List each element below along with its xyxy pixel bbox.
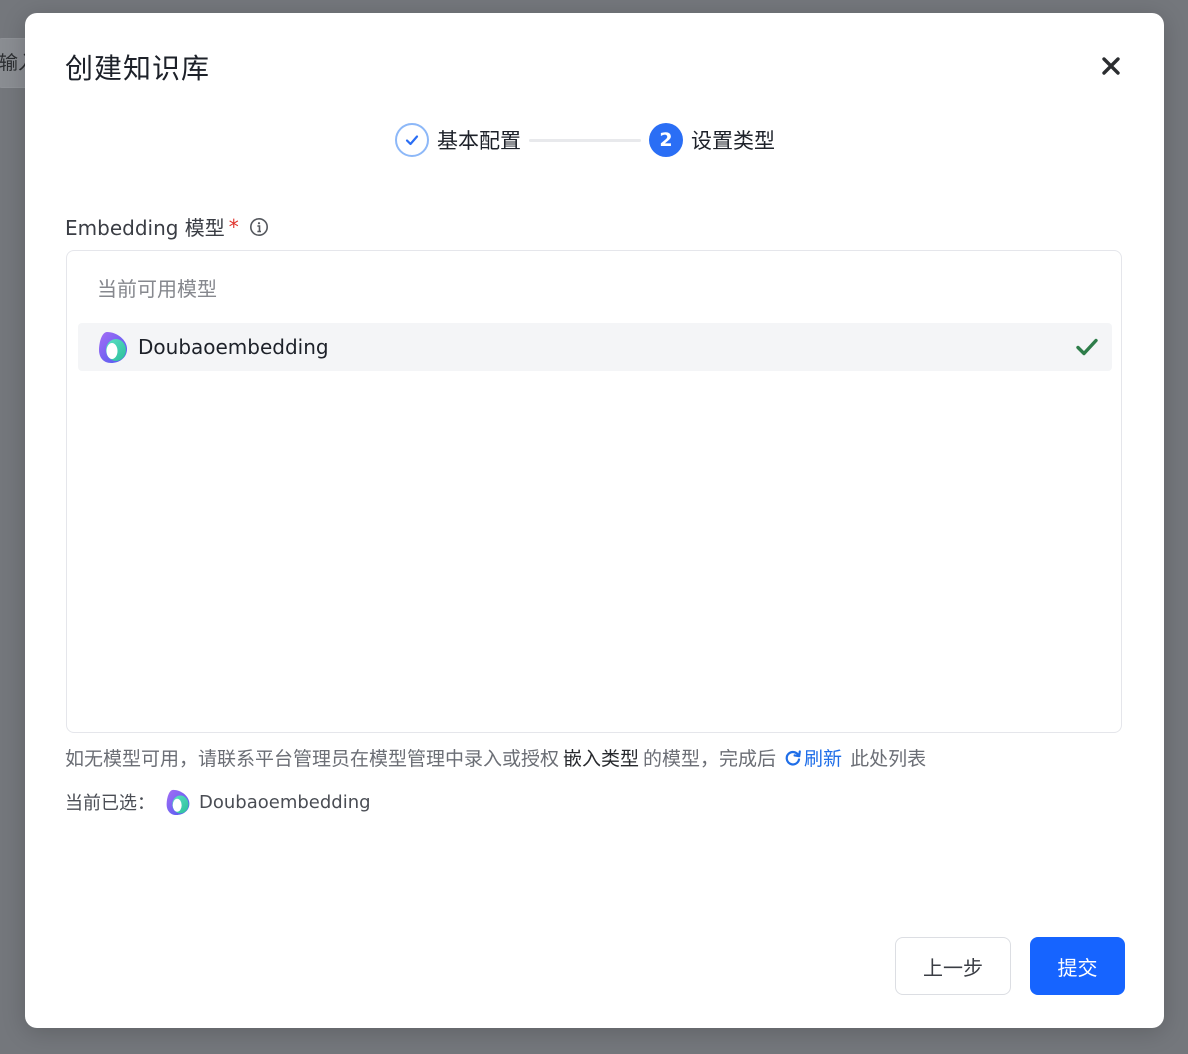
- doubao-logo-icon: [166, 789, 190, 815]
- step-1-label: 基本配置: [437, 129, 521, 153]
- close-icon[interactable]: [1100, 55, 1122, 77]
- step-1-indicator: [395, 123, 429, 157]
- field-label-text: Embedding 模型: [65, 216, 225, 240]
- step-2-number: 2: [659, 129, 673, 151]
- hint-prefix: 如无模型可用，请联系平台管理员在模型管理中录入或授权: [65, 748, 560, 770]
- model-name: Doubaoembedding: [138, 335, 329, 359]
- hint-middle: 的模型，完成后: [643, 748, 777, 770]
- required-mark: *: [228, 214, 239, 239]
- hint-suffix: 此处列表: [850, 748, 927, 770]
- refresh-label: 刷新: [804, 748, 843, 770]
- previous-step-button[interactable]: 上一步: [895, 937, 1011, 995]
- refresh-icon: [785, 749, 801, 766]
- step-connector: [529, 138, 641, 142]
- stepper: 基本配置 2 设置类型: [395, 120, 775, 160]
- model-option-doubaoembedding[interactable]: Doubaoembedding: [78, 323, 1112, 371]
- submit-button[interactable]: 提交: [1030, 937, 1125, 995]
- info-icon[interactable]: [249, 217, 269, 237]
- step-2-label: 设置类型: [691, 129, 775, 153]
- current-selection-name: Doubaoembedding: [199, 791, 371, 813]
- embedding-model-label: Embedding 模型 *: [65, 212, 269, 241]
- doubao-logo-icon: [99, 332, 127, 363]
- current-selection: 当前已选： Doubaoembedding: [65, 788, 371, 816]
- refresh-link[interactable]: 刷新: [784, 744, 842, 771]
- model-select-list: 当前可用模型 Doubaoembedding: [66, 250, 1122, 733]
- current-selection-label: 当前已选：: [65, 793, 155, 814]
- step-2-indicator: 2: [649, 123, 683, 157]
- hint-emphasis: 嵌入类型: [563, 748, 640, 770]
- selected-check-icon: [1076, 338, 1098, 356]
- model-hint-text: 如无模型可用，请联系平台管理员在模型管理中录入或授权 嵌入类型 的模型，完成后 …: [65, 744, 926, 771]
- check-icon: [405, 135, 419, 146]
- create-knowledge-base-dialog: 创建知识库 基本配置 2 设置类型 Embedding 模型 * 当前可用模型: [25, 13, 1164, 1028]
- dialog-title: 创建知识库: [65, 52, 211, 85]
- model-group-label: 当前可用模型: [97, 277, 217, 301]
